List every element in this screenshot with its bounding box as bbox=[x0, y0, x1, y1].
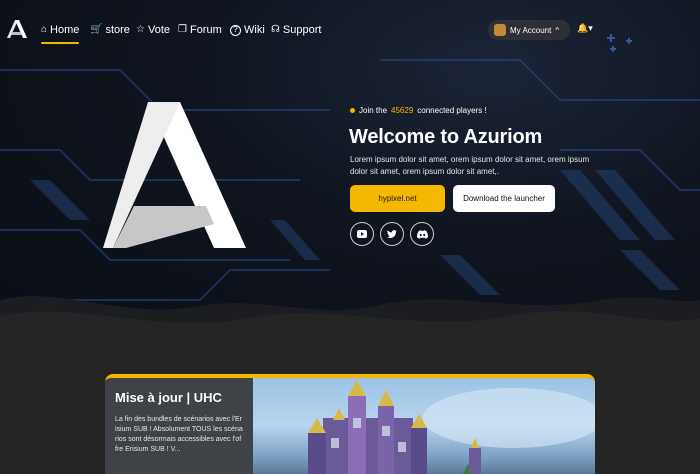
nav-store-label: store bbox=[105, 24, 130, 36]
account-dropdown[interactable]: My Account ^ bbox=[488, 20, 570, 40]
chevron-up-icon: ^ bbox=[555, 25, 560, 35]
page-title: Welcome to Azuriom bbox=[349, 126, 543, 148]
nav-forum-label: Forum bbox=[189, 24, 222, 36]
nav-wiki[interactable]: ? Wiki bbox=[230, 22, 265, 38]
hero-logo bbox=[103, 102, 246, 248]
join-prefix: Join the bbox=[359, 106, 388, 115]
basket-icon: 🛒 bbox=[90, 24, 103, 35]
question-icon: ? bbox=[230, 24, 241, 36]
headset-icon: ☊ bbox=[271, 24, 280, 35]
nav-store[interactable]: 🛒 store bbox=[90, 22, 130, 38]
brand-logo[interactable] bbox=[6, 18, 28, 40]
nav-support[interactable]: ☊ Support bbox=[271, 22, 321, 38]
news-title[interactable]: Mise à jour | UHC bbox=[115, 390, 243, 405]
twitter-icon bbox=[387, 229, 397, 238]
discord-icon bbox=[416, 229, 428, 239]
download-launcher-button[interactable]: Download the launcher bbox=[453, 185, 555, 212]
nav-home[interactable]: ⌂ Home bbox=[41, 22, 80, 44]
nav-wiki-label: Wiki bbox=[244, 24, 265, 36]
account-label: My Account bbox=[510, 25, 552, 35]
castle-illustration bbox=[308, 380, 595, 474]
navbar: ⌂ Home 🛒 store ☆ Vote ❒ Forum ? Wiki ☊ S… bbox=[0, 0, 700, 58]
player-count: 45629 bbox=[391, 106, 414, 115]
news-excerpt: La fin des bundles de scénarios avec l'E… bbox=[115, 416, 243, 453]
youtube-button[interactable] bbox=[350, 222, 374, 246]
nav-forum[interactable]: ❒ Forum bbox=[178, 22, 222, 38]
join-suffix: connected players ! bbox=[417, 106, 487, 115]
bell-icon[interactable]: 🔔▾ bbox=[577, 23, 593, 34]
nav-home-label: Home bbox=[50, 24, 80, 36]
hero-lead-text: Lorem ipsum dolor sit amet, orem ipsum d… bbox=[350, 155, 590, 176]
youtube-icon bbox=[357, 230, 367, 238]
news-image[interactable] bbox=[253, 378, 595, 474]
news-card[interactable]: Mise à jour | UHC La fin des bundles de … bbox=[105, 374, 595, 474]
nav-vote[interactable]: ☆ Vote bbox=[136, 22, 170, 38]
avatar bbox=[494, 24, 506, 36]
home-icon: ⌂ bbox=[41, 24, 48, 35]
nav-vote-label: Vote bbox=[147, 24, 170, 36]
twitter-button[interactable] bbox=[380, 222, 404, 246]
online-dot-icon bbox=[350, 108, 355, 113]
discord-button[interactable] bbox=[410, 222, 434, 246]
book-icon: ❒ bbox=[178, 24, 187, 35]
news-card-text: Mise à jour | UHC La fin des bundles de … bbox=[105, 378, 253, 474]
star-icon: ☆ bbox=[136, 24, 145, 35]
nav-support-label: Support bbox=[282, 24, 322, 36]
players-online: Join the 45629 connected players ! bbox=[350, 106, 487, 115]
server-ip-button[interactable]: hypixel.net bbox=[350, 185, 445, 212]
